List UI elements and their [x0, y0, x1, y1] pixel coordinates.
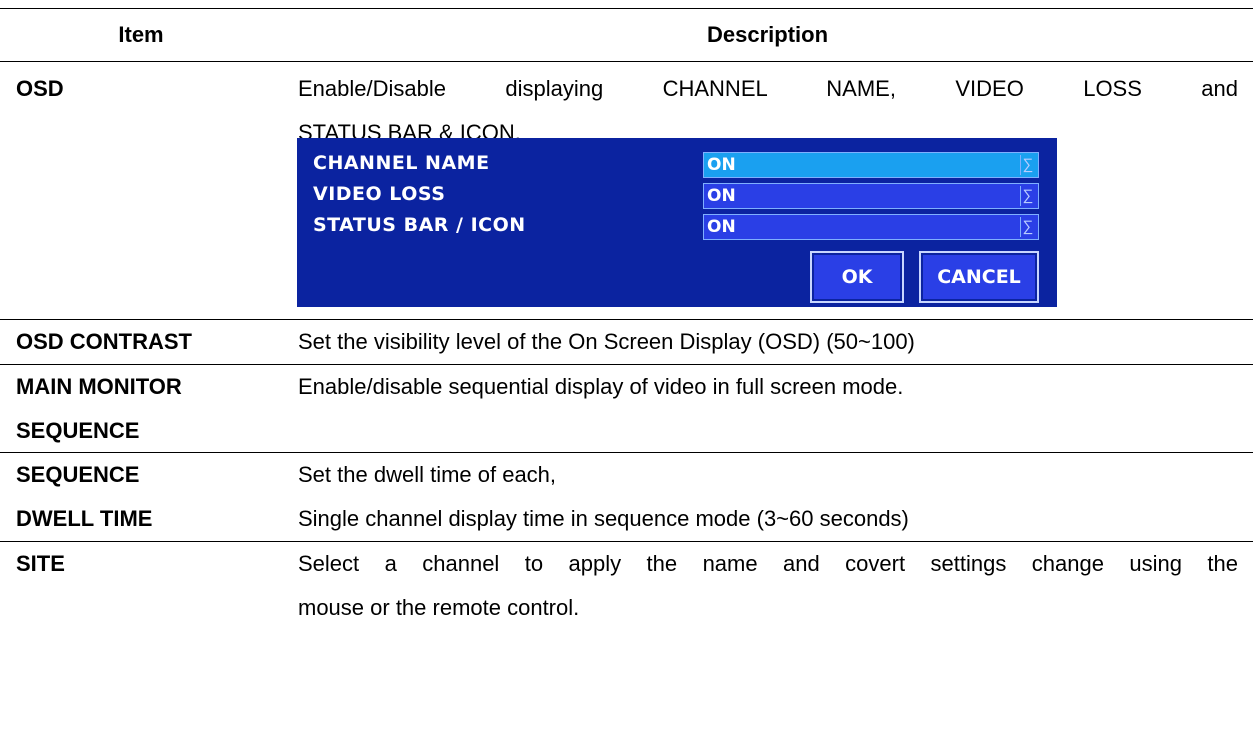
row-item: MAIN MONITOR	[16, 374, 182, 399]
ok-button[interactable]: OK	[810, 251, 904, 303]
video-loss-select[interactable]: ON ∑	[703, 183, 1039, 209]
table-row-main-monitor-sequence: MAIN MONITOR SEQUENCE Enable/disable seq…	[0, 365, 1253, 453]
channel-name-label: CHANNEL NAME	[313, 152, 490, 174]
row-item: SITE	[16, 551, 65, 576]
table-header: Item Description	[0, 9, 1253, 62]
video-loss-value: ON	[707, 186, 736, 206]
table-row-osd-contrast: OSD CONTRAST Set the visibility level of…	[0, 320, 1253, 365]
dropdown-arrow-icon: ∑	[1020, 155, 1035, 175]
row-description: Enable/Disable displaying CHANNEL NAME, …	[298, 76, 1238, 101]
row-item: OSD CONTRAST	[16, 329, 192, 354]
video-loss-label: VIDEO LOSS	[313, 183, 446, 205]
header-description: Description	[706, 22, 829, 47]
row-item-cont: SEQUENCE	[16, 418, 140, 443]
table-row-site: SITE Select a channel to apply the name …	[0, 542, 1253, 630]
channel-name-select[interactable]: ON ∑	[703, 152, 1039, 178]
cancel-button[interactable]: CANCEL	[919, 251, 1039, 303]
osd-settings-dialog: CHANNEL NAME ON ∑ VIDEO LOSS ON ∑ STATUS…	[297, 138, 1057, 307]
row-description-cont: Single channel display time in sequence …	[298, 506, 909, 531]
row-description: Set the visibility level of the On Scree…	[298, 329, 915, 354]
dropdown-arrow-icon: ∑	[1020, 186, 1035, 206]
status-bar-icon-label: STATUS BAR / ICON	[313, 214, 526, 236]
channel-name-value: ON	[707, 155, 736, 175]
table-row-sequence-dwell-time: SEQUENCE DWELL TIME Set the dwell time o…	[0, 453, 1253, 542]
row-item: OSD	[16, 76, 64, 101]
row-item: SEQUENCE	[16, 462, 140, 487]
row-description: Select a channel to apply the name and c…	[298, 551, 1238, 576]
status-bar-icon-value: ON	[707, 217, 736, 237]
header-item: Item	[118, 22, 164, 47]
row-description: Set the dwell time of each,	[298, 462, 557, 487]
dropdown-arrow-icon: ∑	[1020, 217, 1035, 237]
row-description: Enable/disable sequential display of vid…	[298, 374, 904, 399]
row-description-cont: mouse or the remote control.	[298, 595, 580, 620]
row-item-cont: DWELL TIME	[16, 506, 153, 531]
status-bar-icon-select[interactable]: ON ∑	[703, 214, 1039, 240]
